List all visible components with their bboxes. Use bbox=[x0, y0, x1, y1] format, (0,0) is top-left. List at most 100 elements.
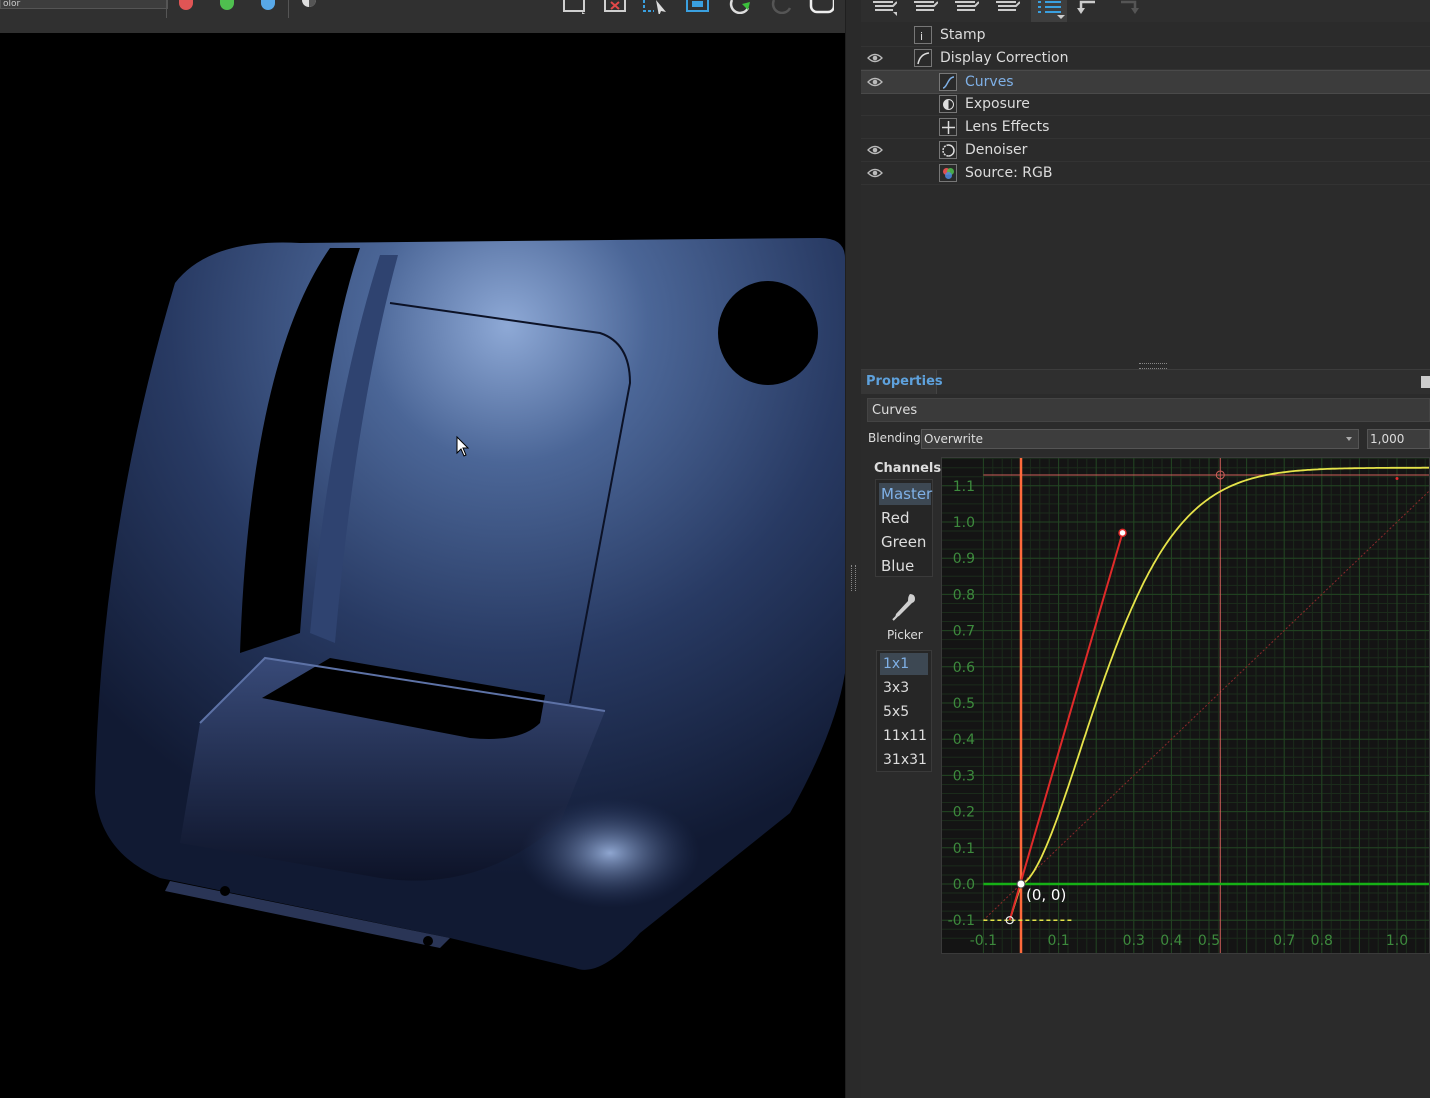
layer-stack-icon[interactable] bbox=[871, 0, 897, 16]
save-region-icon[interactable] bbox=[562, 0, 588, 14]
layer-row-denoiser[interactable]: Denoiser bbox=[861, 139, 1430, 162]
layer-label: Source: RGB bbox=[965, 165, 1053, 181]
x-tick-label: 0.8 bbox=[1311, 933, 1333, 949]
x-tick-label: 0.7 bbox=[1273, 933, 1295, 949]
y-tick-label: 0.6 bbox=[953, 660, 975, 676]
curve-editor[interactable]: (0, 0) 1.1 1.0 0.9 0.8 0.7 0.6 0.5 0.4 0.3 0.2 0.1 0… bbox=[941, 457, 1430, 954]
toolbar-divider bbox=[166, 0, 167, 18]
layer-stack-icon[interactable] bbox=[994, 0, 1020, 16]
y-tick-label: 0.3 bbox=[953, 768, 975, 784]
red-channel-dot[interactable] bbox=[179, 0, 193, 10]
visibility-eye-icon[interactable] bbox=[867, 166, 883, 180]
display-mode-dropdown[interactable]: olor bbox=[0, 0, 168, 9]
redo-icon bbox=[1121, 0, 1139, 14]
curve-editor-canvas[interactable]: (0, 0) 1.1 1.0 0.9 0.8 0.7 0.6 0.5 0.4 0.3 0.2 0.1 0… bbox=[942, 458, 1430, 954]
layer-row-stamp[interactable]: i Stamp bbox=[861, 24, 1430, 47]
clear-icon[interactable] bbox=[808, 0, 834, 14]
channels-list: Master Red Green Blue bbox=[875, 479, 933, 577]
x-tick-label: 1.0 bbox=[1386, 933, 1408, 949]
y-tick-label: 0.1 bbox=[953, 841, 975, 857]
y-tick-label: 0.8 bbox=[953, 587, 975, 603]
render-viewport[interactable] bbox=[0, 33, 845, 1098]
visibility-eye-icon[interactable] bbox=[867, 143, 883, 157]
blue-channel-dot[interactable] bbox=[261, 0, 275, 10]
picker-label: Picker bbox=[887, 628, 923, 642]
y-tick-label: -0.1 bbox=[948, 913, 975, 929]
y-tick-label: 0.4 bbox=[953, 732, 975, 748]
y-tick-label: 1.1 bbox=[953, 479, 975, 495]
chevron-down-icon bbox=[1346, 437, 1352, 441]
picker-size-5x5[interactable]: 5x5 bbox=[880, 701, 928, 723]
y-tick-label: 0.7 bbox=[953, 624, 975, 640]
pick-region-icon[interactable] bbox=[642, 0, 668, 14]
layer-label: Stamp bbox=[940, 27, 986, 43]
layer-label: Lens Effects bbox=[965, 119, 1050, 135]
denoiser-icon bbox=[939, 141, 957, 159]
layer-row-exposure[interactable]: Exposure bbox=[861, 93, 1430, 116]
properties-tab[interactable]: Properties bbox=[861, 370, 943, 394]
layer-row-lens-effects[interactable]: Lens Effects bbox=[861, 116, 1430, 139]
panel-pin-icon[interactable] bbox=[1421, 376, 1430, 388]
right-panel: i Stamp Display Correction Curves Exposure Le… bbox=[861, 0, 1430, 1098]
layer-row-source-rgb[interactable]: Source: RGB bbox=[861, 162, 1430, 185]
layer-label: Exposure bbox=[965, 96, 1030, 112]
y-tick-label: 0.5 bbox=[953, 696, 975, 712]
svg-text:i: i bbox=[920, 30, 923, 43]
channels-title: Channels bbox=[874, 461, 942, 476]
curve-control-point bbox=[1016, 879, 1026, 889]
point-coordinate-label: (0, 0) bbox=[1026, 886, 1066, 904]
stamp-icon: i bbox=[914, 26, 932, 44]
picker-size-3x3[interactable]: 3x3 bbox=[880, 677, 928, 699]
channel-green[interactable]: Green bbox=[879, 531, 931, 553]
layer-stack-icon[interactable] bbox=[912, 0, 938, 16]
picker-size-1x1[interactable]: 1x1 bbox=[880, 653, 928, 675]
channel-master[interactable]: Master bbox=[879, 483, 932, 505]
visibility-eye-icon[interactable] bbox=[867, 51, 883, 65]
layer-label: Curves bbox=[965, 74, 1014, 90]
picker-size-11x11[interactable]: 11x11 bbox=[880, 725, 928, 747]
channel-red[interactable]: Red bbox=[879, 507, 931, 529]
green-channel-dot[interactable] bbox=[220, 0, 234, 10]
list-menu-icon bbox=[1038, 1, 1065, 19]
fit-region-icon[interactable] bbox=[685, 0, 711, 14]
lens-effects-icon bbox=[939, 118, 957, 136]
x-tick-label: 0.1 bbox=[1047, 933, 1069, 949]
layer-label: Denoiser bbox=[965, 142, 1028, 158]
refresh-disabled-icon bbox=[771, 0, 792, 14]
blending-dropdown[interactable]: Overwrite bbox=[921, 429, 1359, 449]
x-tick-label: 0.5 bbox=[1198, 933, 1220, 949]
picker-size-31x31[interactable]: 31x31 bbox=[880, 749, 928, 771]
list-menu-button[interactable] bbox=[1031, 0, 1067, 22]
node-name-field[interactable]: Curves bbox=[867, 398, 1430, 422]
picker-size-list: 1x1 3x3 5x5 11x11 31x31 bbox=[876, 650, 932, 772]
display-correction-icon bbox=[914, 49, 932, 67]
visibility-eye-icon[interactable] bbox=[867, 75, 883, 89]
layer-row-curves[interactable]: Curves bbox=[861, 70, 1430, 94]
refresh-icon[interactable] bbox=[728, 0, 754, 14]
rendered-image bbox=[95, 238, 845, 970]
contrast-icon[interactable] bbox=[300, 0, 318, 10]
toolbar-divider bbox=[288, 0, 289, 18]
eyedropper-icon[interactable] bbox=[891, 592, 917, 622]
exposure-icon bbox=[939, 95, 957, 113]
y-tick-label: 1.0 bbox=[953, 515, 975, 531]
identity-line bbox=[983, 490, 1429, 921]
layer-stack-icon[interactable] bbox=[953, 0, 979, 16]
properties-tab-bar: Properties bbox=[861, 369, 1430, 394]
viewport-toolbar: olor bbox=[0, 0, 845, 33]
close-region-icon[interactable] bbox=[603, 0, 629, 14]
undo-icon[interactable] bbox=[1075, 0, 1101, 16]
opacity-input[interactable]: 1,000 bbox=[1367, 429, 1430, 449]
y-tick-label: 0.9 bbox=[953, 551, 975, 567]
x-tick-label: 0.3 bbox=[1123, 933, 1145, 949]
panel-splitter[interactable] bbox=[845, 0, 862, 1098]
tangent-handle bbox=[1118, 528, 1127, 538]
layer-row-display-correction[interactable]: Display Correction bbox=[861, 47, 1430, 70]
curve-marker bbox=[1395, 477, 1399, 481]
layers-toolbar bbox=[861, 0, 1430, 22]
layer-label: Display Correction bbox=[940, 50, 1069, 66]
curves-icon bbox=[939, 73, 957, 91]
splitter-grip[interactable] bbox=[851, 565, 856, 591]
channel-blue[interactable]: Blue bbox=[879, 555, 931, 577]
y-tick-label: 0.0 bbox=[953, 877, 975, 893]
